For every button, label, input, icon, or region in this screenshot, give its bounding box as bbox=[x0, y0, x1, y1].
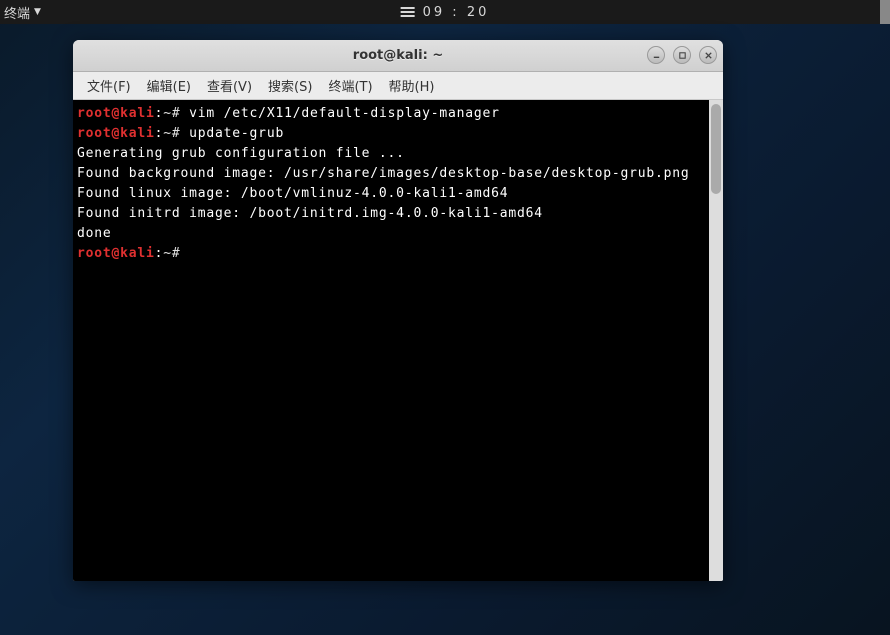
prompt-path: ~# bbox=[163, 126, 180, 141]
prompt-separator: : bbox=[155, 106, 164, 121]
maximize-button[interactable] bbox=[673, 46, 691, 64]
menu-terminal[interactable]: 终端(T) bbox=[320, 72, 380, 99]
terminal-line: Found background image: /usr/share/image… bbox=[77, 164, 705, 184]
terminal-line: Generating grub configuration file ... bbox=[77, 144, 705, 164]
terminal-line: root@kali:~# bbox=[77, 244, 705, 264]
desktop-top-bar: 终端 ▼ 09 : 20 bbox=[0, 0, 890, 24]
command-text: vim /etc/X11/default-display-manager bbox=[181, 106, 500, 121]
prompt-path: ~# bbox=[163, 106, 180, 121]
prompt-user: root@kali bbox=[77, 246, 155, 261]
terminal-window: root@kali: ~ 文件(F) 编辑(E) 查看(V) 搜索(S) 终端(… bbox=[73, 40, 723, 581]
window-titlebar[interactable]: root@kali: ~ bbox=[73, 40, 723, 72]
menu-help[interactable]: 帮助(H) bbox=[381, 72, 443, 99]
scrollbar-thumb[interactable] bbox=[711, 104, 721, 194]
minimize-icon bbox=[652, 51, 661, 60]
terminal-scrollbar[interactable] bbox=[709, 100, 723, 581]
app-menu-label: 终端 bbox=[4, 3, 30, 22]
command-text bbox=[181, 246, 190, 261]
prompt-separator: : bbox=[155, 126, 164, 141]
maximize-icon bbox=[678, 51, 687, 60]
window-title: root@kali: ~ bbox=[353, 48, 443, 63]
window-controls bbox=[647, 46, 717, 64]
terminal-line: root@kali:~# update-grub bbox=[77, 124, 705, 144]
terminal-line: Found initrd image: /boot/initrd.img-4.0… bbox=[77, 204, 705, 224]
menu-file[interactable]: 文件(F) bbox=[79, 72, 139, 99]
prompt-path: ~# bbox=[163, 246, 180, 261]
prompt-user: root@kali bbox=[77, 126, 155, 141]
close-icon bbox=[704, 51, 713, 60]
top-bar-tray[interactable] bbox=[880, 0, 890, 24]
menu-view[interactable]: 查看(V) bbox=[199, 72, 260, 99]
top-bar-app-menu[interactable]: 终端 ▼ bbox=[0, 3, 41, 22]
terminal-line: done bbox=[77, 224, 705, 244]
terminal-line: root@kali:~# vim /etc/X11/default-displa… bbox=[77, 104, 705, 124]
terminal-area: root@kali:~# vim /etc/X11/default-displa… bbox=[73, 100, 723, 581]
clock-time: 09 : 20 bbox=[423, 5, 490, 20]
terminal-line: Found linux image: /boot/vmlinuz-4.0.0-k… bbox=[77, 184, 705, 204]
window-menubar: 文件(F) 编辑(E) 查看(V) 搜索(S) 终端(T) 帮助(H) bbox=[73, 72, 723, 100]
terminal-body[interactable]: root@kali:~# vim /etc/X11/default-displa… bbox=[73, 100, 709, 581]
menu-icon bbox=[401, 7, 415, 17]
minimize-button[interactable] bbox=[647, 46, 665, 64]
prompt-user: root@kali bbox=[77, 106, 155, 121]
chevron-down-icon: ▼ bbox=[34, 7, 41, 17]
menu-edit[interactable]: 编辑(E) bbox=[139, 72, 199, 99]
command-text: update-grub bbox=[181, 126, 285, 141]
prompt-separator: : bbox=[155, 246, 164, 261]
top-bar-clock[interactable]: 09 : 20 bbox=[401, 5, 490, 20]
close-button[interactable] bbox=[699, 46, 717, 64]
menu-search[interactable]: 搜索(S) bbox=[260, 72, 320, 99]
